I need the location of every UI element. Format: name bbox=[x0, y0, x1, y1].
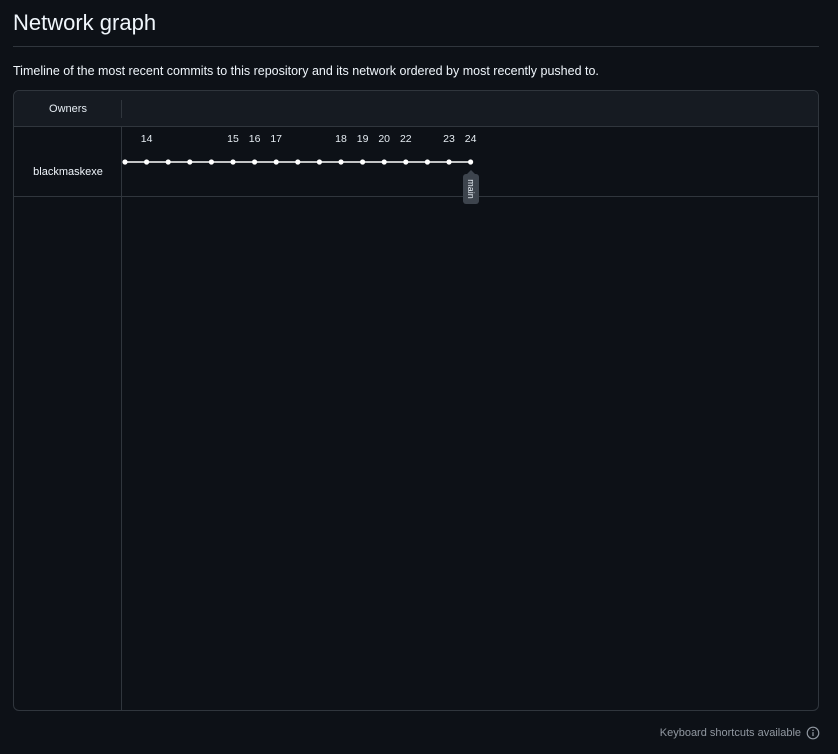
keyboard-shortcuts-notice[interactable]: Keyboard shortcuts available bbox=[660, 726, 820, 740]
page-title: Network graph bbox=[13, 10, 157, 35]
commit-timeline bbox=[122, 159, 474, 165]
branch-label: main bbox=[465, 179, 476, 199]
commit-dot[interactable] bbox=[338, 159, 344, 165]
commit-dot[interactable] bbox=[144, 159, 150, 165]
commit-dot[interactable] bbox=[187, 159, 193, 165]
commit-dot[interactable] bbox=[230, 159, 236, 165]
commit-dot[interactable] bbox=[381, 159, 387, 165]
commit-dot[interactable] bbox=[208, 159, 214, 165]
keyboard-shortcuts-text: Keyboard shortcuts available bbox=[659, 727, 801, 739]
commit-dot[interactable] bbox=[165, 159, 171, 165]
commit-dot[interactable] bbox=[273, 159, 279, 165]
commit-dot[interactable] bbox=[446, 159, 452, 165]
info-icon[interactable] bbox=[806, 726, 820, 740]
commit-dot[interactable] bbox=[424, 159, 430, 165]
title-divider bbox=[13, 46, 819, 47]
network-graph-page: Network graph Timeline of the most recen… bbox=[0, 0, 838, 754]
commit-dot[interactable] bbox=[122, 159, 128, 165]
branch-tag-main[interactable]: main bbox=[462, 170, 479, 204]
commit-dot[interactable] bbox=[403, 159, 409, 165]
commit-dot[interactable] bbox=[360, 159, 366, 165]
commit-dot[interactable] bbox=[316, 159, 322, 165]
commit-dot[interactable] bbox=[252, 159, 258, 165]
commit-dot[interactable] bbox=[468, 159, 474, 165]
network-graph-canvas[interactable]: Owners blackmaskexe 14 15 16 17 18 19 20 22 23 24… bbox=[13, 90, 819, 711]
page-description: Timeline of the most recent commits to t… bbox=[13, 64, 599, 78]
commit-dot[interactable] bbox=[295, 159, 301, 165]
